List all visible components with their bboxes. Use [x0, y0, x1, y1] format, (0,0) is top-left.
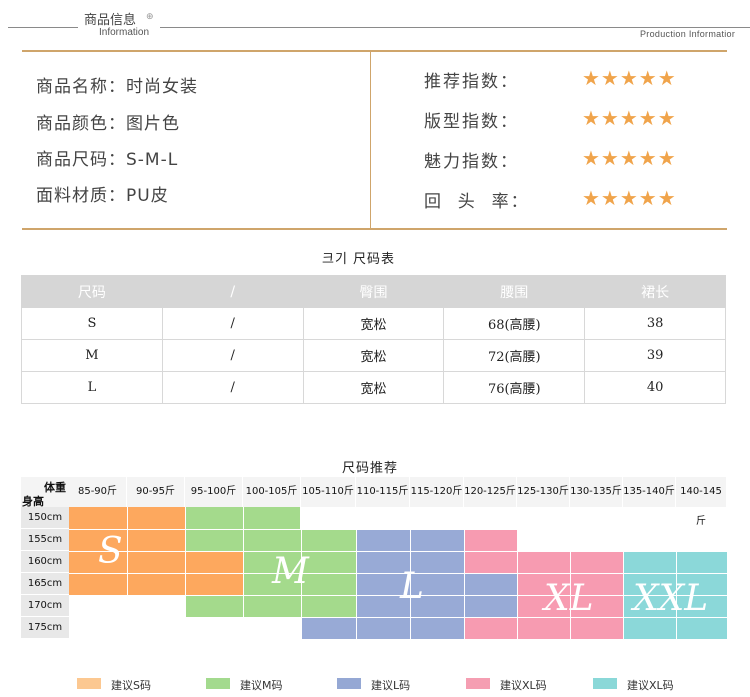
size-label-l: L — [400, 566, 424, 607]
table-cell: / — [161, 307, 304, 340]
size-table-header: 腰围 — [443, 275, 586, 308]
table-cell: 40 — [584, 371, 726, 404]
height-row-cell: 155cm — [21, 529, 69, 550]
table-cell: 38 — [584, 307, 726, 340]
legend-label-m: 建议M码 — [240, 679, 283, 692]
height-row-cell: 175cm — [21, 617, 69, 638]
height-row-cell: 170cm — [21, 595, 69, 616]
table-row: S / 宽松 68(高腰) 38 — [21, 307, 726, 340]
legend-label-l: 建议L码 — [371, 679, 411, 692]
grid-hline — [69, 551, 727, 552]
weight-header-cell: 105-110斤 — [301, 477, 355, 507]
weight-header-cell: 130-135斤 — [570, 477, 622, 507]
size-table-title: 크기 尺码表 — [322, 252, 396, 267]
product-color: 商品颜色：图片色 — [36, 114, 180, 134]
table-cell: L — [21, 371, 163, 404]
plus-icon: ⊕ — [146, 12, 154, 22]
size-label-s: S — [98, 531, 123, 572]
height-row-cell: 165cm — [21, 573, 69, 594]
table-cell: S — [21, 307, 163, 340]
weight-header-cell: 140-145斤 — [676, 477, 726, 527]
weight-header-cell: 90-95斤 — [127, 477, 184, 507]
rating-stars-fit: ★★★★★ — [582, 106, 677, 130]
header-right-line — [160, 27, 750, 28]
legend-swatch-m — [206, 678, 230, 689]
table-cell: 宽松 — [302, 371, 445, 404]
header-left-line — [8, 27, 78, 28]
rating-stars-turnback: ★★★★★ — [582, 186, 677, 210]
info-divider — [370, 52, 371, 228]
rating-stars-charm: ★★★★★ — [582, 146, 677, 170]
size-table-header-row: 尺码 / 臀围 腰围 裙长 — [21, 275, 726, 308]
rating-label-charm: 魅力指数： — [424, 152, 519, 172]
table-cell: / — [161, 339, 304, 372]
header-subtitle: Information — [99, 27, 150, 38]
rating-stars-recommend: ★★★★★ — [582, 66, 677, 90]
size-label-xxl: XXL — [633, 578, 709, 619]
table-cell: 68(高腰) — [443, 307, 586, 340]
weight-header-cell: 100-105斤 — [243, 477, 300, 507]
rating-label-turnback: 回 头 率： — [424, 192, 530, 212]
size-table-header: 裙长 — [584, 275, 726, 308]
weight-header-cell: 95-100斤 — [185, 477, 242, 507]
recommend-title: 尺码推荐 — [342, 461, 399, 476]
legend-swatch-l — [337, 678, 361, 689]
header-title: 商品信息 — [84, 13, 137, 28]
grid-hline — [69, 617, 727, 618]
product-name: 商品名称：时尚女装 — [36, 77, 198, 97]
table-row: M / 宽松 72(高腰) 39 — [21, 339, 726, 372]
product-material: 面料材质：PU皮 — [36, 186, 169, 206]
size-table-header: 臀围 — [302, 275, 445, 308]
rating-label-fit: 版型指数： — [424, 112, 519, 132]
height-row-cell: 150cm — [21, 507, 69, 528]
size-block-xl-b — [464, 617, 517, 639]
legend-label-s: 建议S码 — [111, 679, 151, 692]
weight-header-cell: 115-120斤 — [410, 477, 463, 507]
table-cell: 宽松 — [302, 339, 445, 372]
grid-hline — [69, 595, 727, 596]
table-cell: 39 — [584, 339, 726, 372]
legend-label-xl: 建议XL码 — [500, 679, 547, 692]
weight-header-cell: 125-130斤 — [517, 477, 569, 507]
table-cell: 宽松 — [302, 307, 445, 340]
legend-swatch-xxl — [593, 678, 617, 689]
weight-header-cell: 110-115斤 — [356, 477, 409, 507]
table-cell: M — [21, 339, 163, 372]
weight-header-cell: 85-90斤 — [69, 477, 126, 507]
size-table: 尺码 / 臀围 腰围 裙长 S / 宽松 68(高腰) 38 M / 宽松 72… — [21, 275, 726, 404]
legend-swatch-s — [77, 678, 101, 689]
size-table-header: / — [161, 275, 304, 308]
size-block-m-c — [185, 595, 356, 617]
weight-header-cell: 135-140斤 — [623, 477, 675, 507]
grid-hline — [69, 529, 727, 530]
table-cell: 72(高腰) — [443, 339, 586, 372]
grid-hline — [69, 573, 727, 574]
corner-weight-label: 体重 — [44, 481, 66, 494]
size-table-header: 尺码 — [21, 275, 163, 308]
weight-header-cell: 120-125斤 — [464, 477, 516, 507]
height-row-cell: 160cm — [21, 551, 69, 572]
size-label-m: M — [272, 551, 309, 592]
table-row: L / 宽松 76(高腰) 40 — [21, 371, 726, 404]
size-block-l-b — [301, 617, 464, 639]
info-bottom-border — [22, 228, 727, 230]
info-top-border — [22, 50, 727, 52]
table-cell: / — [161, 371, 304, 404]
legend-label-xxl: 建议XL码 — [627, 679, 674, 692]
legend-swatch-xl — [466, 678, 490, 689]
size-label-xl: XL — [544, 578, 594, 619]
header-right-text: Production Informatior — [640, 29, 736, 39]
size-block-m-a — [185, 529, 243, 551]
product-size: 商品尺码：S-M-L — [36, 150, 179, 170]
rating-label-recommend: 推荐指数： — [424, 72, 519, 92]
table-cell: 76(高腰) — [443, 371, 586, 404]
